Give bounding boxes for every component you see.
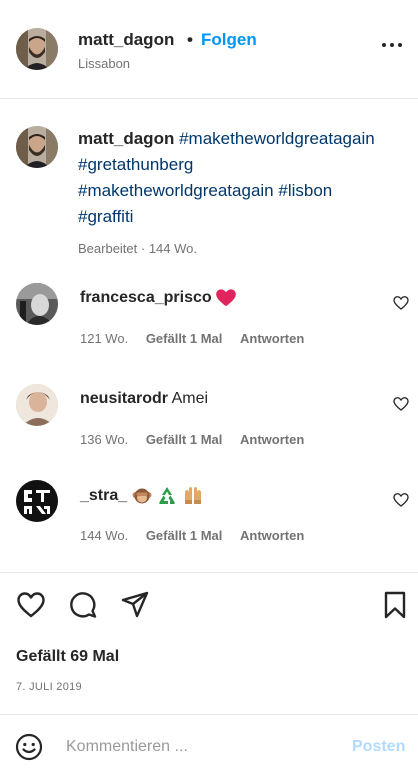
comment-age: 136 Wo. [80, 432, 129, 447]
caption-avatar[interactable] [16, 126, 58, 168]
comment-text: Amei [171, 390, 209, 407]
hashtag[interactable]: #gretathunberg [78, 155, 193, 174]
comment-likes[interactable]: Gefällt 1 Mal [146, 331, 223, 346]
comment-item: francesca_prisco 121 Wo. Gefällt 1 Mal A… [0, 283, 418, 373]
comment-meta: 144 Wo. Gefällt 1 Mal Antworten [80, 528, 318, 543]
footer-divider [0, 714, 418, 715]
heart-icon[interactable] [16, 590, 46, 620]
reply-button[interactable]: Antworten [240, 528, 304, 543]
heart-icon[interactable] [393, 492, 409, 508]
hashtag[interactable]: #lisbon [278, 181, 332, 200]
comment-likes[interactable]: Gefällt 1 Mal [146, 528, 223, 543]
separator-dot: • [187, 30, 193, 49]
comment-content: neusitarodr Amei [80, 390, 208, 408]
monkey-icon [132, 488, 152, 504]
comment-age: 121 Wo. [80, 331, 129, 346]
caption-username[interactable]: matt_dagon [78, 129, 174, 148]
reply-button[interactable]: Antworten [240, 432, 304, 447]
recycling-symbol-icon [159, 487, 176, 504]
post-header: matt_dagon • Folgen Lissabon [0, 0, 418, 98]
comment-input[interactable] [66, 732, 336, 762]
commenter-avatar[interactable] [16, 283, 58, 325]
post-button[interactable]: Posten [352, 738, 405, 756]
hashtag[interactable]: #maketheworldgreatagain [179, 129, 375, 148]
commenter-avatar[interactable] [16, 480, 58, 522]
post-date: 7. JULI 2019 [16, 681, 82, 693]
comment-item: _stra_ 144 Wo. Gefällt 1 Mal Antworten [0, 480, 418, 570]
comment-meta: 121 Wo. Gefällt 1 Mal Antworten [80, 331, 318, 346]
comment-username[interactable]: _stra_ [80, 487, 127, 504]
author-avatar[interactable] [16, 28, 58, 70]
follow-button[interactable]: Folgen [201, 30, 257, 50]
action-bar [0, 590, 418, 624]
comment-bubble-icon[interactable] [68, 590, 98, 620]
hashtag[interactable]: #graffiti [78, 207, 133, 226]
smiley-icon[interactable] [14, 732, 44, 762]
comment-content: _stra_ [80, 486, 204, 506]
comments-divider [0, 572, 418, 573]
comment-age: 144 Wo. [80, 528, 129, 543]
comment-content: francesca_prisco [80, 289, 237, 307]
comment-likes[interactable]: Gefällt 1 Mal [146, 432, 223, 447]
post-location[interactable]: Lissabon [78, 56, 130, 71]
comment-username[interactable]: neusitarodr [80, 390, 168, 407]
header-divider [0, 98, 418, 99]
comment-meta: 136 Wo. Gefällt 1 Mal Antworten [80, 432, 318, 447]
heart-icon[interactable] [393, 396, 409, 412]
commenter-avatar[interactable] [16, 384, 58, 426]
comment-item: neusitarodr Amei 136 Wo. Gefällt 1 Mal A… [0, 384, 418, 474]
caption-meta: Bearbeitet · 144 Wo. [78, 241, 197, 256]
post-caption: matt_dagon #maketheworldgreatagain #gret… [78, 126, 408, 230]
reply-button[interactable]: Antworten [240, 331, 304, 346]
red-heart-icon [216, 289, 236, 307]
hashtag[interactable]: #maketheworldgreatagain [78, 181, 274, 200]
raised-hands-icon [184, 487, 201, 504]
bookmark-icon[interactable] [380, 590, 410, 620]
comment-bar: Posten [0, 716, 418, 773]
author-username[interactable]: matt_dagon [78, 30, 174, 50]
heart-icon[interactable] [393, 295, 409, 311]
more-dots-icon[interactable] [380, 38, 404, 52]
comment-username[interactable]: francesca_prisco [80, 289, 212, 306]
paper-plane-icon[interactable] [120, 590, 150, 620]
likes-count[interactable]: Gefällt 69 Mal [16, 648, 119, 666]
